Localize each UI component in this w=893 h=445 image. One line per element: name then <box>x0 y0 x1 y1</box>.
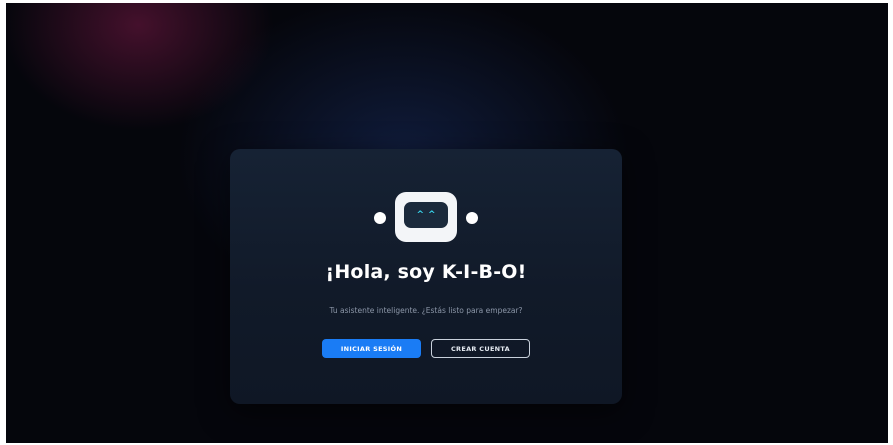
robot-head: ^ ^ <box>395 192 457 242</box>
app-background: ^ ^ ¡Hola, soy K-I-B-O! Tu asistente int… <box>6 3 888 443</box>
login-button[interactable]: INICIAR SESIÓN <box>322 339 421 358</box>
welcome-title: ¡Hola, soy K-I-B-O! <box>325 261 527 283</box>
robot-left-eye: ^ <box>416 209 424 220</box>
welcome-card: ^ ^ ¡Hola, soy K-I-B-O! Tu asistente int… <box>230 149 622 404</box>
robot-left-ear <box>374 212 386 224</box>
robot-face-screen: ^ ^ <box>404 202 448 228</box>
create-account-button[interactable]: CREAR CUENTA <box>431 339 530 358</box>
welcome-subtitle: Tu asistente inteligente. ¿Estás listo p… <box>329 306 523 315</box>
robot-right-ear <box>466 212 478 224</box>
robot-icon: ^ ^ <box>370 191 482 245</box>
robot-right-eye: ^ <box>428 209 436 220</box>
